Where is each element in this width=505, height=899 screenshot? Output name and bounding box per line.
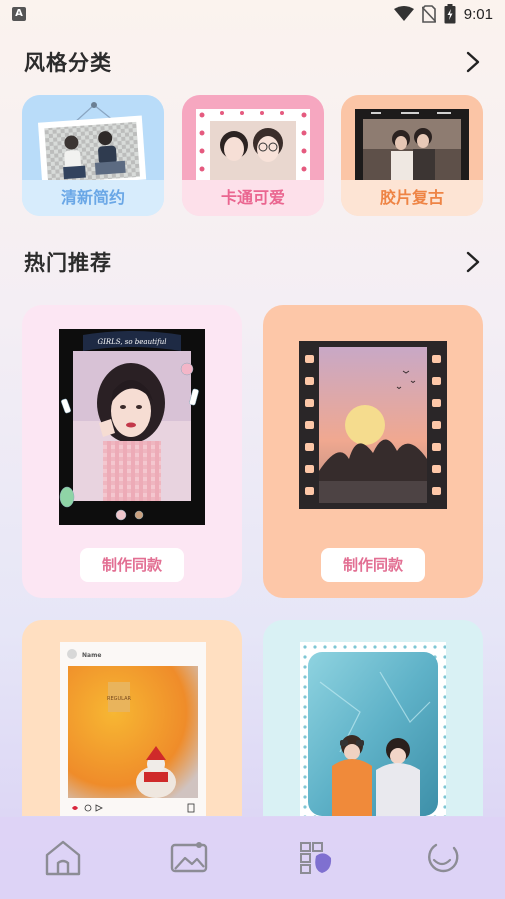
template-preview-3: Name REGULAR [60, 642, 206, 816]
categories-more-chevron-icon[interactable] [462, 51, 484, 73]
status-time: 9:01 [463, 5, 493, 23]
no-sim-icon [421, 5, 436, 23]
categories-title: 风格分类 [24, 51, 112, 75]
nav-gallery[interactable] [164, 833, 214, 883]
bottom-nav [0, 817, 505, 899]
recommend-card-3[interactable]: Name REGULAR [22, 620, 242, 816]
make-same-button-2[interactable]: 制作同款 [321, 548, 425, 582]
template-banner-text: GIRLS, so beautiful [98, 338, 167, 346]
post-name-text: Name [82, 652, 101, 659]
category-card-cute[interactable]: 卡通可爱 [182, 95, 324, 216]
app-notification-icon: A [12, 7, 26, 21]
category-card-film[interactable]: 胶片复古 [341, 95, 483, 216]
templates-icon [299, 842, 331, 874]
gallery-icon [171, 842, 208, 873]
category-photo-cute [182, 95, 324, 180]
profile-icon [427, 843, 459, 873]
category-card-fresh[interactable]: 清新简约 [22, 95, 164, 216]
recommend-header: 热门推荐 [24, 247, 484, 277]
categories-header: 风格分类 [24, 47, 484, 77]
recommend-card-1[interactable]: GIRLS, so beautiful 制作同款 [22, 305, 242, 598]
make-same-button-1[interactable]: 制作同款 [80, 548, 184, 582]
template-preview-4 [300, 642, 446, 816]
template-preview-1: GIRLS, so beautiful [59, 329, 205, 525]
category-label-film: 胶片复古 [341, 180, 483, 216]
recommend-card-2[interactable]: 制作同款 [263, 305, 483, 598]
template-preview-2 [299, 341, 447, 509]
nav-templates[interactable] [291, 833, 341, 883]
recommend-more-chevron-icon[interactable] [462, 251, 484, 273]
recommend-title: 热门推荐 [24, 251, 112, 275]
recommend-card-4[interactable] [263, 620, 483, 816]
wall-sign-text: REGULAR [107, 696, 131, 702]
battery-icon [444, 4, 456, 24]
category-photo-film [341, 95, 483, 180]
nav-home[interactable] [38, 833, 88, 883]
category-label-cute: 卡通可爱 [182, 180, 324, 216]
wifi-icon [393, 6, 414, 21]
home-icon [45, 840, 81, 876]
status-bar: A 9:01 [0, 0, 505, 28]
category-label-fresh: 清新简约 [22, 180, 164, 216]
category-photo-fresh [22, 95, 164, 180]
nav-profile[interactable] [417, 833, 467, 883]
